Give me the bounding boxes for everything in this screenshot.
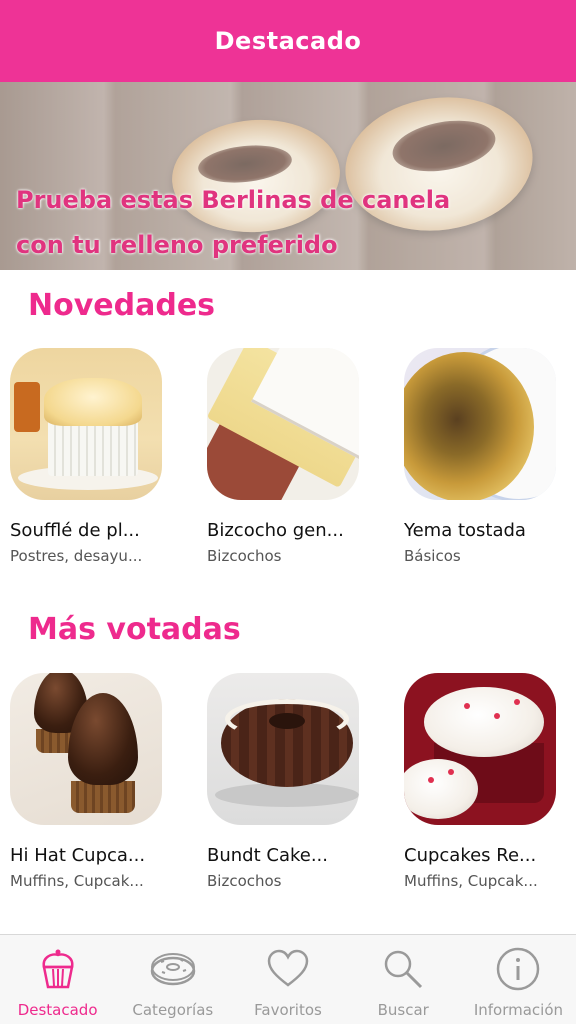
recipe-name: Hi Hat Cupca... <box>10 845 146 866</box>
recipe-name: Cupcakes Re... <box>404 845 537 866</box>
tab-label: Categorías <box>132 1001 214 1019</box>
recipe-category: Muffins, Cupcak... <box>404 872 538 890</box>
tab-label: Favoritos <box>254 1001 322 1019</box>
section-title-mas-votadas: Más votadas <box>28 612 241 647</box>
recipe-category: Básicos <box>404 547 461 565</box>
recipe-category: Muffins, Cupcak... <box>10 872 144 890</box>
tab-favoritos[interactable]: Favoritos <box>230 935 345 1024</box>
recipe-thumbnail <box>404 673 556 825</box>
tab-label: Información <box>473 1001 564 1019</box>
page-title: Destacado <box>214 27 362 55</box>
recipe-card[interactable]: Soufflé de pl... Postres, desayu... <box>10 348 180 565</box>
featured-banner[interactable]: Prueba estas Berlinas de canela con tu r… <box>0 82 576 270</box>
recipe-card[interactable]: Bizcocho gen... Bizcochos <box>207 348 377 565</box>
tab-label: Destacado <box>17 1001 98 1019</box>
recipe-name: Soufflé de pl... <box>10 520 140 541</box>
recipe-thumbnail <box>207 348 359 500</box>
recipe-category: Bizcochos <box>207 872 282 890</box>
section-title-novedades: Novedades <box>28 288 216 323</box>
tab-destacado[interactable]: Destacado <box>0 935 115 1024</box>
recipe-card[interactable]: Cupcakes Re... Muffins, Cupcak... <box>404 673 574 890</box>
banner-caption-line-2: con tu relleno preferido <box>16 231 338 259</box>
banner-caption-line-1: Prueba estas Berlinas de canela <box>16 186 451 214</box>
recipe-thumbnail <box>10 673 162 825</box>
recipe-card[interactable]: Hi Hat Cupca... Muffins, Cupcak... <box>10 673 180 890</box>
search-icon <box>384 950 423 989</box>
recipe-thumbnail <box>404 348 556 500</box>
tab-informacion[interactable]: Información <box>461 935 576 1024</box>
tab-categorias[interactable]: Categorías <box>115 935 230 1024</box>
banner-caption: Prueba estas Berlinas de canela con tu r… <box>16 178 450 268</box>
recipe-thumbnail <box>207 673 359 825</box>
tab-buscar[interactable]: Buscar <box>346 935 461 1024</box>
recipe-card[interactable]: Yema tostada Básicos <box>404 348 574 565</box>
recipe-name: Bizcocho gen... <box>207 520 344 541</box>
tab-bar: Destacado Categorías Favoritos Buscar In… <box>0 934 576 1024</box>
recipe-name: Bundt Cake... <box>207 845 328 866</box>
recipe-thumbnail <box>10 348 162 500</box>
donut-icon <box>150 953 196 986</box>
recipe-category: Bizcochos <box>207 547 282 565</box>
heart-icon <box>267 949 309 987</box>
recipe-card[interactable]: Bundt Cake... Bizcochos <box>207 673 377 890</box>
tab-label: Buscar <box>377 1001 429 1019</box>
cupcake-icon <box>42 949 74 989</box>
info-icon <box>497 947 540 991</box>
navigation-bar: Destacado <box>0 0 576 82</box>
recipe-name: Yema tostada <box>404 520 526 541</box>
recipe-category: Postres, desayu... <box>10 547 143 565</box>
